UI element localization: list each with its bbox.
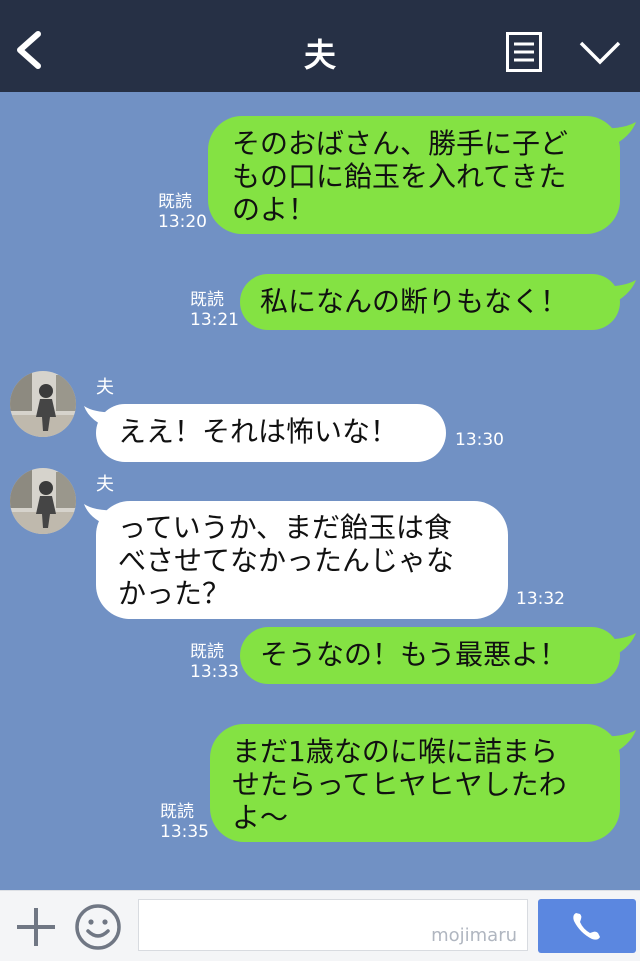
sent-message-bubble[interactable]: そのおばさん、勝手に子ど もの口に飴玉を入れてきた のよ！: [208, 116, 620, 234]
sent-message-bubble[interactable]: まだ1歳なのに喉に詰まら せたらってヒヤヒヤしたわ よ〜: [210, 724, 620, 842]
sender-name: 夫: [96, 377, 114, 398]
message-list[interactable]: 既読 13:20 そのおばさん、勝手に子ど もの口に飴玉を入れてきた のよ！ 既…: [0, 92, 640, 890]
bubble-tail: [596, 633, 636, 659]
message-time: 13:30: [455, 430, 504, 450]
read-receipt: 既読: [160, 802, 194, 822]
sent-message-bubble[interactable]: そうなの！もう最悪よ！: [240, 627, 620, 684]
smiley-icon[interactable]: [74, 903, 122, 951]
message-time: 13:35: [160, 822, 209, 842]
message-meta: 既読 13:21: [190, 290, 239, 330]
watermark-text: mojimaru: [431, 925, 517, 946]
phone-icon: [573, 913, 600, 940]
avatar[interactable]: [10, 371, 76, 437]
bubble-tail: [596, 122, 636, 148]
message-input[interactable]: mojimaru: [138, 899, 528, 951]
plus-icon[interactable]: [14, 905, 58, 949]
message-time: 13:32: [516, 589, 565, 609]
message-time: 13:33: [190, 662, 239, 682]
chat-header: 夫: [0, 0, 640, 92]
avatar[interactable]: [10, 468, 76, 534]
message-time: 13:20: [158, 212, 207, 232]
chevron-down-icon[interactable]: [578, 38, 622, 66]
call-button[interactable]: [538, 899, 636, 953]
received-message-bubble[interactable]: っていうか、まだ飴玉は食 べさせてなかったんじゃな かった？: [96, 501, 508, 619]
message-meta: 既読 13:20: [158, 192, 207, 232]
menu-list-icon[interactable]: [506, 32, 542, 72]
read-receipt: 既読: [190, 642, 224, 662]
message-time: 13:21: [190, 310, 239, 330]
sent-message-bubble[interactable]: 私になんの断りもなく！: [240, 274, 620, 330]
bubble-tail: [596, 730, 636, 756]
bubble-tail: [596, 280, 636, 306]
input-bar: mojimaru: [0, 890, 640, 961]
read-receipt: 既読: [190, 290, 224, 310]
sender-name: 夫: [96, 474, 114, 495]
message-meta: 既読 13:35: [160, 802, 209, 842]
read-receipt: 既読: [158, 192, 192, 212]
received-message-bubble[interactable]: ええ！それは怖いな！: [96, 404, 446, 462]
message-meta: 既読 13:33: [190, 642, 239, 682]
chat-title: 夫: [303, 36, 336, 74]
